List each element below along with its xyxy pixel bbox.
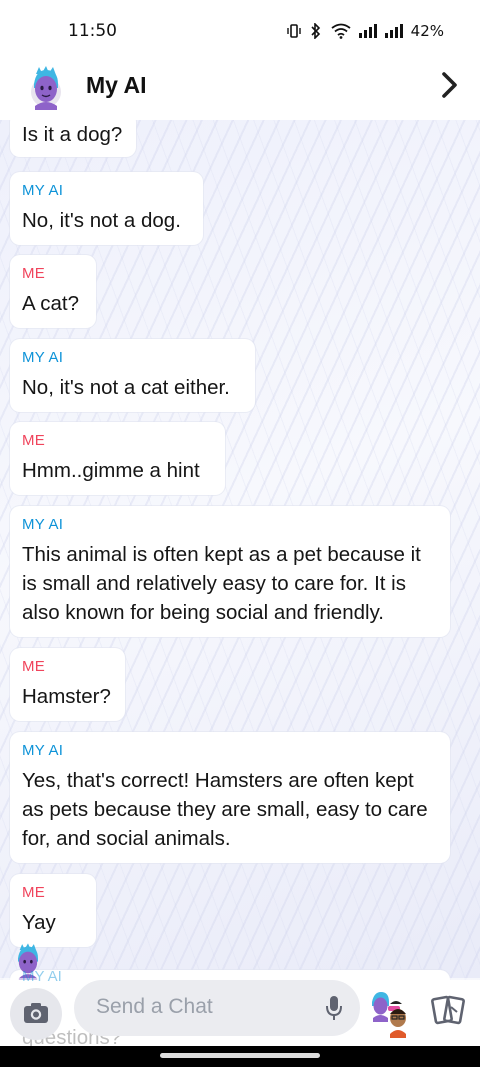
page-title: My AI [86, 72, 147, 98]
message-bubble: MY AI No, it's not a cat either. [10, 339, 255, 412]
message-text: Hmm..gimme a hint [22, 459, 200, 482]
message-text: Yes, that's correct! Hamsters are often … [22, 769, 428, 850]
message-bubble: MY AI No, it's not a dog. [10, 172, 203, 245]
message-bubble: ME Hmm..gimme a hint [10, 422, 225, 495]
camera-button[interactable] [10, 988, 62, 1040]
chat-area[interactable]: Is it a dog? MY AI No, it's not a dog. M… [0, 120, 480, 980]
message-bubble: MY AI Yes, that's correct! Hamsters are … [10, 732, 450, 863]
my-ai-avatar[interactable] [22, 62, 70, 110]
chat-input[interactable]: Send a Chat [74, 980, 360, 1036]
message-text: No, it's not a dog. [22, 209, 181, 232]
partial-message-sender: MY AI [22, 968, 62, 985]
message-text: Is it a dog? [22, 123, 123, 146]
battery-percent: 42% [410, 22, 444, 40]
camera-icon [24, 1003, 48, 1023]
message-sender: ME [22, 265, 46, 282]
wifi-icon [331, 23, 351, 39]
message-bubble: ME Yay [10, 874, 96, 947]
message-text: This animal is often kept as a pet becau… [22, 543, 421, 624]
message-bubble: MY AI This animal is often kept as a pet… [10, 506, 450, 637]
message-sender: MY AI [22, 182, 64, 199]
message-sender: ME [22, 432, 46, 449]
message-bubble: ME A cat? [10, 255, 96, 328]
message-text: Hamster? [22, 685, 111, 708]
signal-icon [358, 24, 377, 38]
home-indicator[interactable] [160, 1053, 320, 1058]
status-time: 11:50 [68, 21, 117, 41]
vibrate-icon [286, 24, 301, 38]
chat-header: My AI [0, 52, 480, 120]
cards-icon[interactable] [428, 990, 468, 1030]
message-sender: ME [22, 884, 46, 901]
message-bubble: Is it a dog? [10, 120, 136, 157]
system-nav-bar [0, 1046, 480, 1067]
microphone-icon[interactable] [324, 994, 344, 1022]
message-sender: MY AI [22, 516, 64, 533]
bitmoji-icon[interactable] [368, 988, 422, 1040]
message-sender: MY AI [22, 742, 64, 759]
message-text: A cat? [22, 292, 79, 315]
status-bar: 11:50 42% [0, 0, 480, 52]
message-bubble: ME Hamster? [10, 648, 125, 721]
bluetooth-icon [311, 23, 320, 39]
chat-input-placeholder: Send a Chat [96, 995, 213, 1018]
message-sender: ME [22, 658, 46, 675]
chevron-right-icon[interactable] [436, 68, 464, 102]
signal-icon [384, 24, 403, 38]
message-sender: MY AI [22, 349, 64, 366]
message-text: No, it's not a cat either. [22, 376, 230, 399]
status-icons: 42% [286, 22, 444, 40]
